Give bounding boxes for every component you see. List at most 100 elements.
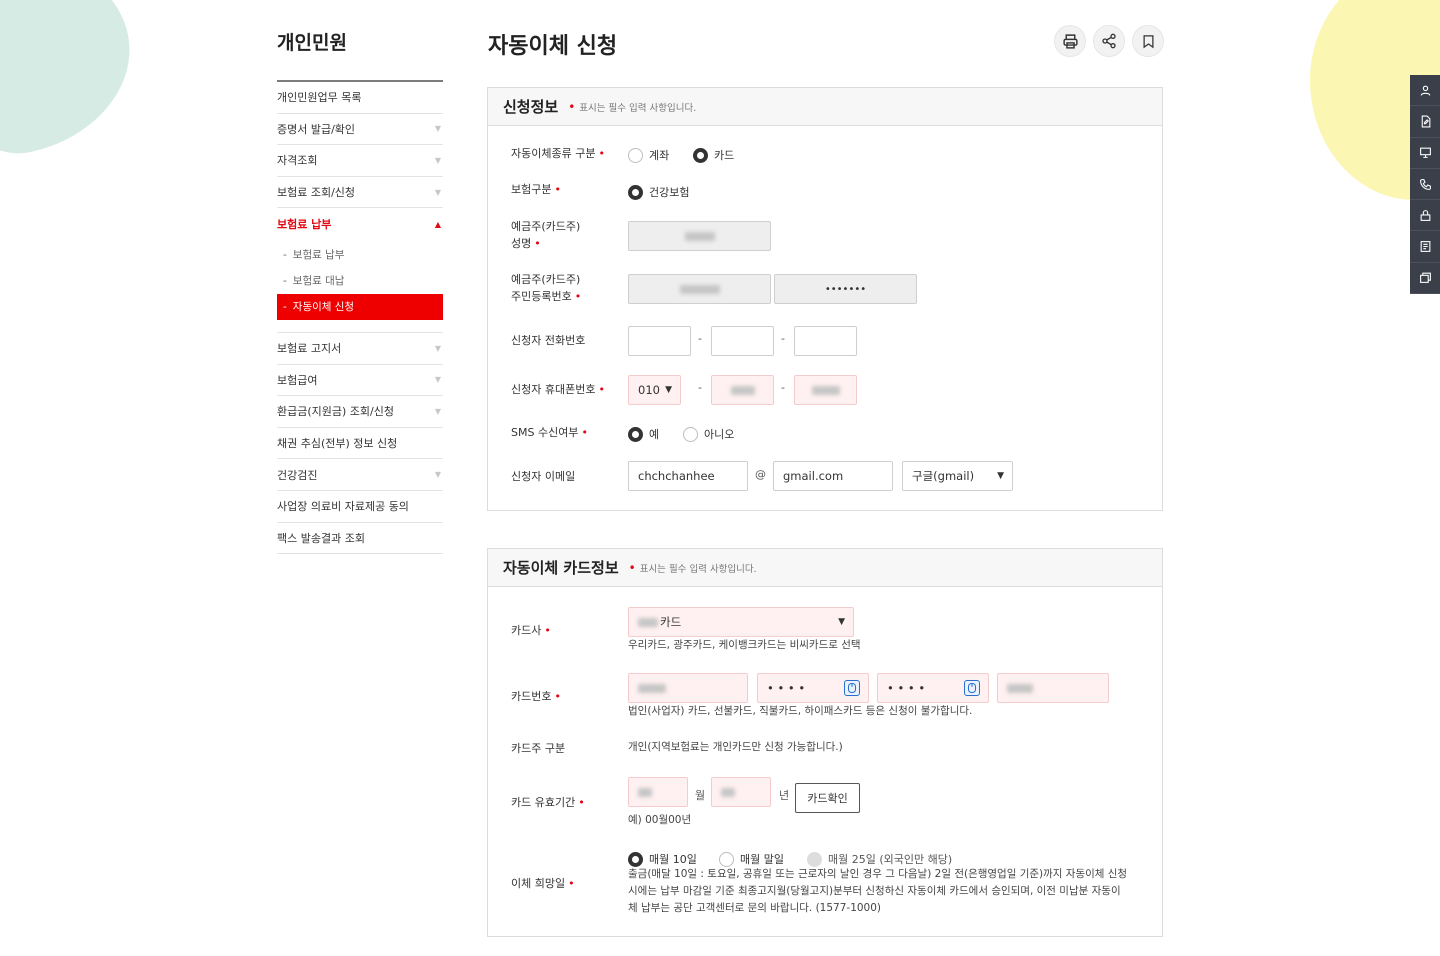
cards-icon bbox=[1419, 273, 1431, 284]
application-info-section: 신청정보 • 표시는 필수 입력 사항입니다. 자동이체종류 구분 • 계좌 카드 … bbox=[487, 87, 1163, 511]
list-icon bbox=[1420, 241, 1430, 253]
quick-monitor-button[interactable] bbox=[1410, 138, 1440, 169]
mobile-part2-input[interactable] bbox=[711, 375, 774, 405]
dash-marker: - bbox=[283, 248, 287, 261]
share-icon bbox=[1102, 33, 1116, 49]
type-radio-account[interactable]: 계좌 bbox=[628, 147, 669, 163]
bookmark-button[interactable] bbox=[1132, 25, 1164, 57]
sidebar-subitem[interactable]: - 자동이체 신청 bbox=[277, 293, 443, 320]
radio-circle bbox=[628, 147, 643, 163]
user-icon bbox=[1420, 85, 1430, 96]
quick-user-button[interactable] bbox=[1410, 75, 1440, 107]
sidebar-item[interactable]: 환급금(지원금) 조회/신청 ▼ bbox=[277, 396, 443, 428]
sidebar-item[interactable]: 팩스 발송결과 조회 bbox=[277, 523, 443, 555]
type-radio-card[interactable]: 카드 bbox=[693, 147, 734, 163]
radio-circle bbox=[628, 184, 643, 200]
phone-part1-input[interactable] bbox=[628, 326, 691, 356]
sidebar-item-label: 채권 추심(전부) 정보 신청 bbox=[277, 437, 398, 451]
sidebar-subitem[interactable]: - 보험료 대납 bbox=[277, 268, 443, 294]
mouse-keypad-icon[interactable] bbox=[964, 680, 980, 696]
chevron-down-icon: ▼ bbox=[434, 375, 441, 385]
chevron-down-icon: ▼ bbox=[838, 617, 845, 627]
page-title: 자동이체 신청 bbox=[488, 34, 618, 59]
section-header: 신청정보 • 표시는 필수 입력 사항입니다. bbox=[488, 88, 1162, 126]
radio-circle bbox=[628, 851, 643, 867]
mobile-dash: - bbox=[781, 381, 785, 394]
dash-marker: - bbox=[283, 300, 287, 313]
sidebar-list: 개인민원업무 목록 증명서 발급/확인 ▼ 자격조회 ▼ 보험료 조회/신청 ▼ 보험료 납부… bbox=[277, 82, 443, 555]
sidebar-item[interactable]: 증명서 발급/확인 ▼ bbox=[277, 114, 443, 146]
transfer-date-label: 이체 희망일 • bbox=[511, 877, 575, 890]
card-number-part4-input[interactable] bbox=[997, 673, 1109, 703]
print-button[interactable] bbox=[1054, 25, 1086, 57]
date-radio-10th[interactable]: 매월 10일 bbox=[628, 851, 697, 867]
document-edit-icon bbox=[1421, 115, 1430, 128]
card-company-help: 우리카드, 광주카드, 케이뱅크카드는 비씨카드로 선택 bbox=[628, 639, 861, 651]
phone-part2-input[interactable] bbox=[711, 326, 774, 356]
email-domain-select[interactable]: 구글(gmail) ▼ bbox=[902, 461, 1013, 491]
sidebar-subitem-label: 보험료 대납 bbox=[292, 275, 345, 288]
sidebar-item[interactable]: 보험료 납부 ▲ bbox=[277, 208, 443, 240]
quick-phone-button[interactable] bbox=[1410, 169, 1440, 201]
sidebar-item-label: 사업장 의료비 자료제공 동의 bbox=[277, 500, 409, 514]
share-button[interactable] bbox=[1093, 25, 1125, 57]
owner-rrn-front-field[interactable] bbox=[628, 274, 771, 304]
chevron-down-icon: ▼ bbox=[434, 406, 441, 416]
chevron-down-icon: ▼ bbox=[997, 471, 1004, 481]
sidebar-item-label: 증명서 발급/확인 bbox=[277, 122, 356, 136]
sms-radio-no[interactable]: 아니오 bbox=[683, 426, 734, 442]
sidebar-item[interactable]: 개인민원업무 목록 bbox=[277, 82, 443, 114]
phone-icon bbox=[1419, 178, 1431, 190]
card-company-select[interactable]: 카드 ▼ bbox=[628, 607, 854, 637]
sidebar-submenu: - 보험료 납부 - 보험료 대납 - 자동이체 신청 bbox=[277, 240, 443, 333]
card-number-part1-input[interactable] bbox=[628, 673, 748, 703]
mobile-part3-input[interactable] bbox=[794, 375, 857, 405]
card-expiry-month-input[interactable] bbox=[628, 777, 688, 807]
sidebar-item[interactable]: 건강검진 ▼ bbox=[277, 459, 443, 491]
section-header: 자동이체 카드정보 • 표시는 필수 입력 사항입니다. bbox=[488, 549, 1162, 587]
quick-cards-button[interactable] bbox=[1410, 263, 1440, 295]
owner-name-field[interactable] bbox=[628, 221, 771, 251]
sidebar-item-label: 보험급여 bbox=[277, 373, 318, 387]
sidebar-item[interactable]: 보험료 조회/신청 ▼ bbox=[277, 177, 443, 209]
card-number-part3-input[interactable]: • • • • bbox=[877, 673, 989, 703]
insurance-radio-health[interactable]: 건강보험 bbox=[628, 184, 689, 200]
card-confirm-button[interactable]: 카드확인 bbox=[795, 783, 860, 813]
sidebar-item[interactable]: 채권 추심(전부) 정보 신청 bbox=[277, 428, 443, 460]
email-id-input[interactable]: chchchanhee bbox=[628, 461, 748, 491]
quick-menu bbox=[1410, 75, 1440, 295]
mobile-prefix-select[interactable]: 010 ▼ bbox=[628, 375, 681, 405]
required-note: • 표시는 필수 입력 사항입니다. bbox=[568, 99, 697, 114]
mobile-dash: - bbox=[698, 381, 702, 394]
chevron-down-icon: ▼ bbox=[665, 385, 672, 395]
sidebar-item[interactable]: 보험료 고지서 ▼ bbox=[277, 333, 443, 365]
radio-circle bbox=[807, 851, 822, 867]
owner-name-label: 예금주(카드주) 성명 • bbox=[511, 220, 581, 250]
date-radio-end[interactable]: 매월 말일 bbox=[719, 851, 784, 867]
sms-radio-yes[interactable]: 예 bbox=[628, 426, 659, 442]
sidebar-item[interactable]: 사업장 의료비 자료제공 동의 bbox=[277, 491, 443, 523]
card-number-part2-input[interactable]: • • • • bbox=[757, 673, 869, 703]
chevron-down-icon: ▼ bbox=[434, 470, 441, 480]
quick-document-button[interactable] bbox=[1410, 106, 1440, 138]
quick-list-button[interactable] bbox=[1410, 231, 1440, 263]
quick-lock-button[interactable] bbox=[1410, 200, 1440, 232]
radio-circle bbox=[693, 147, 708, 163]
email-at: @ bbox=[755, 468, 766, 481]
month-unit: 월 bbox=[695, 789, 706, 802]
email-domain-input[interactable]: gmail.com bbox=[773, 461, 893, 491]
sidebar-item-label: 환급금(지원금) 조회/신청 bbox=[277, 405, 394, 419]
email-label: 신청자 이메일 bbox=[511, 470, 576, 483]
sidebar-item-label: 건강검진 bbox=[277, 468, 318, 482]
date-radio-25th[interactable]: 매월 25일 (외국인만 해당) bbox=[807, 851, 952, 867]
sidebar-item[interactable]: 자격조회 ▼ bbox=[277, 145, 443, 177]
lock-icon bbox=[1420, 209, 1430, 221]
mouse-keypad-icon[interactable] bbox=[844, 680, 860, 696]
chevron-down-icon: ▼ bbox=[434, 155, 441, 165]
sidebar-subitem[interactable]: - 보험료 납부 bbox=[277, 242, 443, 268]
phone-part3-input[interactable] bbox=[794, 326, 857, 356]
owner-rrn-back-field[interactable]: ••••••• bbox=[774, 274, 917, 304]
card-expiry-year-input[interactable] bbox=[711, 777, 771, 807]
sidebar-item[interactable]: 보험급여 ▼ bbox=[277, 365, 443, 397]
decor-blob-left bbox=[0, 0, 148, 169]
